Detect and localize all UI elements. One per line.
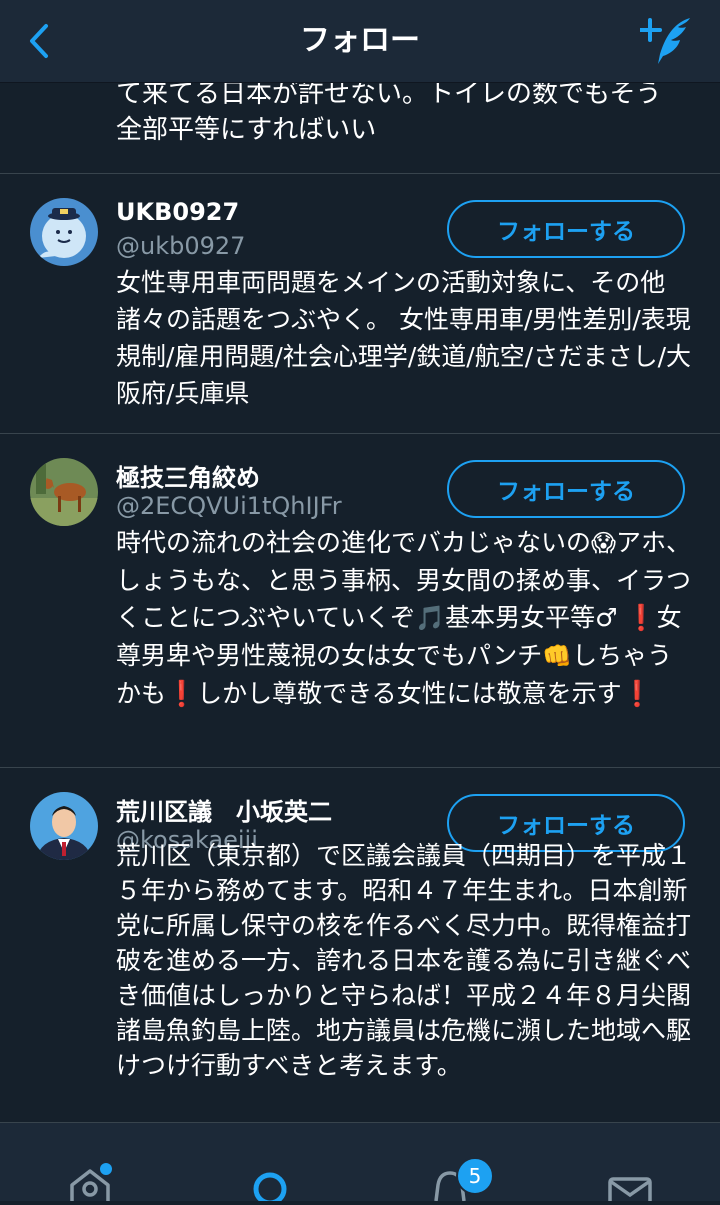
- previous-user-bio: て来てる日本が許せない。トイレの数でもそう 全部平等にすればいい: [116, 82, 696, 148]
- fist-emoji: 👊: [542, 642, 573, 670]
- user-bio: 女性専用車両問題をメインの活動対象に、その他諸々の話題をつぶやく。 女性専用車/…: [116, 268, 692, 408]
- bio-line: 全部平等にすればいい: [116, 115, 377, 145]
- tab-home[interactable]: [50, 1123, 130, 1201]
- user-bio: 荒川区（東京都）で区議会議員（四期目）を平成１５年から務めてます。昭和４７年生ま…: [116, 841, 692, 1080]
- user-handle: @2ECQVUi1tQhIJFr: [116, 492, 342, 520]
- list-item-user-2ecqvui1tqhijfr[interactable]: 極技三角絞め @2ECQVUi1tQhIJFr フォローする 時代の流れの社会の…: [0, 434, 720, 767]
- bio-text: 時代の流れの社会の進化でバカじゃないの: [116, 528, 592, 557]
- notifications-badge: 5: [456, 1157, 494, 1195]
- follow-button[interactable]: フォローする: [447, 460, 685, 518]
- compose-feather-icon: [638, 18, 690, 64]
- exclamation-emoji: ❗: [166, 679, 198, 708]
- list-item-user-ukb0927[interactable]: UKB0927 @ukb0927 フォローする 女性専用車両問題をメインの活動対…: [0, 174, 720, 433]
- tab-search[interactable]: [230, 1123, 310, 1205]
- list-item-user-kosakaeiji[interactable]: 荒川区議 小坂英二 @kosakaeiji フォローする 荒川区（東京都）で区議…: [0, 768, 720, 1122]
- user-name[interactable]: 極技三角絞め: [116, 458, 260, 493]
- user-handle: @ukb0927: [116, 232, 246, 260]
- user-bio: 時代の流れの社会の進化でバカじゃないの😱アホ、しょうもな、と思う事柄、男女間の揉…: [116, 524, 696, 712]
- exclamation-emoji: ❗: [625, 603, 657, 632]
- follow-button[interactable]: フォローする: [447, 200, 685, 258]
- envelope-icon: [608, 1177, 652, 1205]
- bio-text: しかし尊敬できる女性には敬意を示す: [197, 679, 622, 708]
- page-title: フォロー: [300, 23, 420, 58]
- user-name[interactable]: 荒川区議 小坂英二: [116, 792, 332, 827]
- search-icon: [253, 1172, 287, 1205]
- exclamation-emoji: ❗: [621, 679, 653, 708]
- screaming-face-emoji: 😱: [591, 529, 617, 557]
- music-notes-emoji: 🎵: [415, 604, 446, 632]
- user-name[interactable]: UKB0927: [116, 198, 239, 226]
- avatar[interactable]: [30, 792, 98, 860]
- tab-messages[interactable]: [590, 1123, 670, 1205]
- avatar[interactable]: [30, 198, 98, 266]
- bio-line: て来てる日本が許せない。トイレの数でもそう: [116, 82, 662, 109]
- avatar[interactable]: [30, 458, 98, 526]
- compose-tweet-button[interactable]: [638, 14, 696, 68]
- navigation-bar: フォロー: [0, 0, 720, 83]
- tab-bar: [0, 1122, 720, 1205]
- bio-text: 基本男女平等♂: [445, 603, 626, 632]
- home-icon: [70, 1163, 112, 1201]
- follow-list[interactable]: て来てる日本が許せない。トイレの数でもそう 全部平等にすればいい UKB0927…: [0, 82, 720, 1122]
